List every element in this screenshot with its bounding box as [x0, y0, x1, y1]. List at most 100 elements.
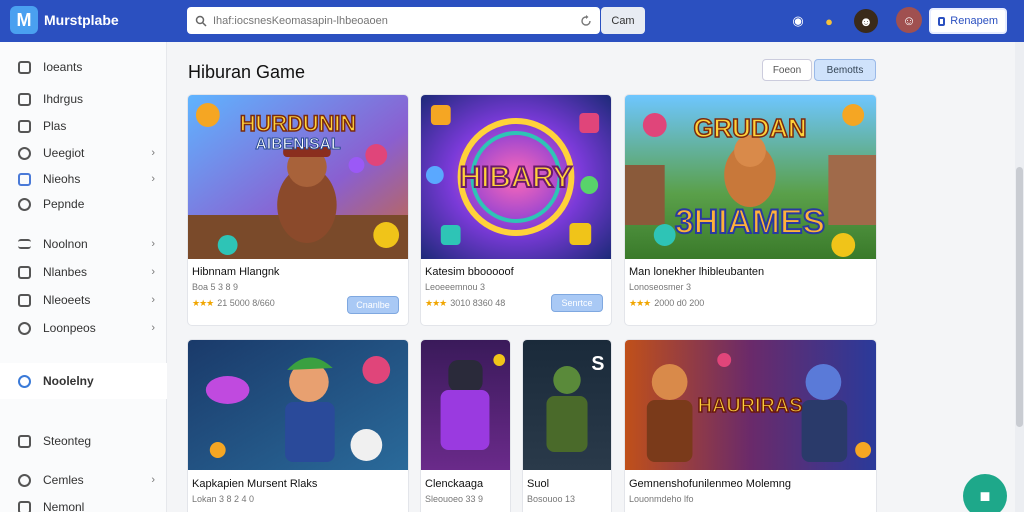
sidebar-item-10[interactable]: Noolelny: [0, 363, 167, 399]
game-thumbnail[interactable]: HAURIRAS: [625, 340, 876, 470]
app-logo[interactable]: M Murstplabe: [10, 6, 119, 34]
filter-button-0[interactable]: Foeon: [762, 59, 812, 81]
game-title: Clenckaaga: [425, 478, 484, 490]
game-rating-text: 3010 8360 48: [450, 298, 506, 308]
sidebar-item-label: Steonteg: [43, 434, 92, 448]
chat-fab-button[interactable]: ■: [963, 474, 1007, 512]
community-icon: [18, 374, 31, 388]
game-rating: ★★★ 3010 8360 48: [425, 298, 505, 309]
home-icon: [18, 60, 31, 74]
play-button[interactable]: Cnanlbe: [347, 296, 399, 314]
game-art-title: GRUDAN: [693, 115, 806, 143]
globe-icon: [18, 146, 31, 160]
search-input[interactable]: [213, 14, 574, 27]
profile-avatar[interactable]: ☺: [896, 7, 922, 33]
star-rating-icon: ★★★: [425, 298, 447, 308]
sidebar-item-label: Plas: [43, 119, 67, 133]
sidebar-item-7[interactable]: Nlanbes ›: [0, 258, 167, 286]
game-thumbnail[interactable]: [188, 340, 408, 470]
chevron-right-icon: ›: [151, 266, 155, 278]
game-subtitle: Lonoseosmer 3: [629, 282, 692, 292]
sidebar-item-2[interactable]: Plas: [0, 112, 167, 140]
gamepad-icon[interactable]: ◉: [786, 9, 810, 33]
play-button[interactable]: Senrtce: [551, 294, 603, 312]
sidebar-item-label: Loonpeos: [43, 321, 96, 335]
sidebar-item-5[interactable]: Pepnde: [0, 190, 167, 218]
game-card[interactable]: Clenckaaga Sleouoeo 33 9: [420, 339, 511, 512]
sidebar-item-9[interactable]: Loonpeos ›: [0, 314, 167, 342]
sidebar-item-label: Noolnon: [43, 237, 88, 251]
sidebar-item-12[interactable]: Cemles ›: [0, 466, 167, 494]
sidebar-item-3[interactable]: Ueegiot ›: [0, 139, 167, 167]
search-icon: [195, 15, 207, 27]
sidebar-item-6[interactable]: Noolnon ›: [0, 230, 167, 258]
account-button-label: Renapem: [950, 15, 998, 27]
search-bar: [187, 7, 600, 34]
account-button[interactable]: Renapem: [929, 8, 1007, 34]
chat-icon: ■: [979, 485, 991, 506]
sidebar-item-11[interactable]: Steonteg: [0, 427, 167, 455]
chevron-right-icon: ›: [151, 322, 155, 334]
game-rating-text: 2000 d0 200: [654, 298, 705, 308]
game-art-title: HURDUNIN: [240, 111, 356, 136]
game-thumbnail[interactable]: HIBARY: [421, 95, 611, 259]
game-title: Gemnenshofunilenmeo Molemng: [629, 478, 792, 490]
search-button[interactable]: Cam: [601, 7, 645, 34]
main-content: Hiburan Game Foeon Bemotts HURDUNIN AIBE…: [168, 42, 1014, 512]
sidebar-item-label: Pepnde: [43, 197, 85, 211]
game-title: Man lonekher lhibleubanten: [629, 266, 765, 278]
info-icon: [18, 473, 31, 487]
game-title: Hibnnam Hlangnk: [192, 266, 280, 278]
star-rating-icon: ★★★: [192, 298, 214, 308]
game-subtitle: Bosouoo 13: [527, 494, 576, 504]
sidebar-item-8[interactable]: Nleoeets ›: [0, 286, 167, 314]
sidebar-item-4[interactable]: Nieohs ›: [0, 165, 167, 193]
heart-icon: [18, 197, 31, 211]
game-thumbnail[interactable]: S: [523, 340, 611, 470]
settings-icon: [18, 434, 31, 448]
game-thumbnail[interactable]: [421, 340, 510, 470]
scrollbar-thumb[interactable]: [1016, 167, 1023, 427]
sidebar: Ioeants Ihdrgus Plas Ueegiot › Nieohs › Pe…: [0, 42, 167, 512]
top-header: M Murstplabe Cam ◉ ● ☻ ☺ Renapem: [0, 0, 1024, 42]
chevron-right-icon: ›: [151, 474, 155, 486]
user-avatar[interactable]: ☻: [854, 9, 878, 33]
sidebar-item-13[interactable]: Nemonl: [0, 493, 167, 512]
game-subtitle: Leoeeemnou 3: [425, 282, 486, 292]
sidebar-item-1[interactable]: Ihdrgus: [0, 85, 167, 113]
svg-text:S: S: [591, 353, 604, 375]
game-thumbnail[interactable]: GRUDAN 3HIAMES: [625, 95, 876, 259]
game-card[interactable]: Kapkapien Mursent Rlaks Lokan 3 8 2 4 0: [187, 339, 409, 512]
game-art-title: HAURIRAS: [698, 395, 803, 417]
game-title: Kapkapien Mursent Rlaks: [192, 478, 318, 490]
game-card[interactable]: HURDUNIN AIBENISAL Hibnnam Hlangnk Boa 5…: [187, 94, 409, 326]
refresh-icon[interactable]: [580, 14, 592, 27]
scrollbar[interactable]: [1015, 42, 1024, 512]
game-card[interactable]: HAURIRAS Gemnenshofunilenmeo Molemng Lou…: [624, 339, 877, 512]
filter-button-1[interactable]: Bemotts: [814, 59, 876, 81]
game-card[interactable]: S Suol Bosouoo 13: [522, 339, 612, 512]
app-name: Murstplabe: [44, 12, 119, 28]
chevron-right-icon: ›: [151, 294, 155, 306]
game-card[interactable]: GRUDAN 3HIAMES Man lonekher lhibleubante…: [624, 94, 877, 326]
sidebar-item-label: Noolelny: [43, 374, 94, 388]
sidebar-item-label: Nieohs: [43, 172, 81, 186]
notification-icon[interactable]: ●: [817, 9, 841, 33]
game-title: Katesim bbooooof: [425, 266, 514, 278]
sidebar-item-label: Cemles: [43, 473, 84, 487]
game-thumbnail[interactable]: HURDUNIN AIBENISAL: [188, 95, 408, 259]
window-icon: [938, 16, 946, 26]
game-subtitle: Louonmdeho lfo: [629, 494, 694, 504]
game-rating: ★★★ 2000 d0 200: [629, 298, 704, 309]
star-rating-icon: ★★★: [629, 298, 651, 308]
game-card[interactable]: HIBARY Katesim bbooooof Leoeeemnou 3 ★★★…: [420, 94, 612, 326]
game-subtitle: Lokan 3 8 2 4 0: [192, 494, 255, 504]
check-icon: [18, 92, 31, 106]
game-subtitle: Sleouoeo 33 9: [425, 494, 484, 504]
menu-icon: [18, 239, 31, 249]
logo-icon: M: [10, 6, 38, 34]
chevron-right-icon: ›: [151, 147, 155, 159]
game-rating-text: 21 5000 8/660: [217, 298, 275, 308]
game-title: Suol: [527, 478, 550, 490]
sidebar-item-0[interactable]: Ioeants: [0, 53, 167, 81]
